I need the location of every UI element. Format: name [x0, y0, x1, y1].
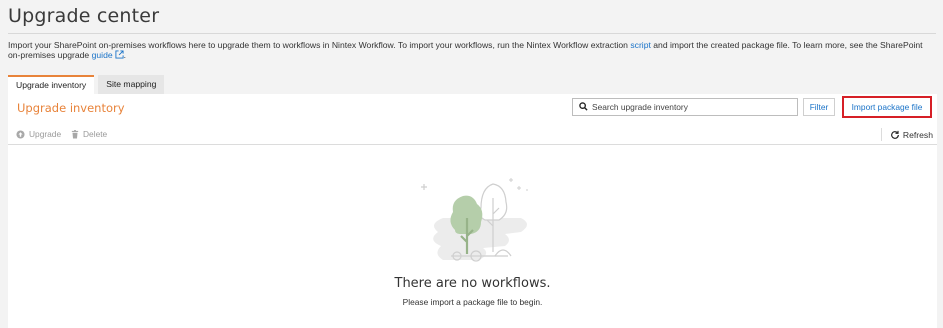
upgrade-action[interactable]: Upgrade — [16, 129, 61, 139]
upgrade-icon — [16, 129, 25, 139]
refresh-icon — [891, 130, 899, 139]
search-box[interactable] — [572, 98, 798, 116]
guide-link[interactable]: guide — [92, 50, 113, 60]
tab-site-mapping[interactable]: Site mapping — [98, 75, 165, 94]
intro-text-part3: . — [123, 50, 127, 60]
refresh-button[interactable]: Refresh — [880, 128, 933, 141]
refresh-label: Refresh — [902, 129, 933, 140]
upgrade-label: Upgrade — [29, 129, 62, 139]
search-icon — [579, 101, 588, 113]
trash-icon — [71, 129, 79, 139]
action-toolbar: Upgrade Delete Refresh — [8, 125, 937, 145]
import-package-file-button[interactable]: Import package file — [842, 96, 932, 118]
inventory-header: Upgrade inventory Filter Import package … — [8, 94, 937, 121]
intro-text: Import your SharePoint on-premises workf… — [8, 40, 936, 61]
external-link-icon[interactable] — [115, 50, 124, 61]
filter-button[interactable]: Filter — [803, 98, 835, 116]
section-title: Upgrade inventory — [17, 101, 125, 115]
empty-state-title: There are no workflows. — [394, 276, 551, 291]
delete-label: Delete — [83, 129, 108, 139]
tab-bar: Upgrade inventory Site mapping — [8, 75, 165, 94]
empty-state-subtitle: Please import a package file to begin. — [402, 297, 543, 307]
script-link[interactable]: script — [630, 40, 651, 50]
delete-action[interactable]: Delete — [71, 129, 107, 139]
upgrade-inventory-panel: Upgrade inventory Filter Import package … — [8, 94, 937, 328]
page-title: Upgrade center — [8, 5, 160, 27]
tab-upgrade-inventory[interactable]: Upgrade inventory — [8, 75, 95, 94]
intro-text-part1: Import your SharePoint on-premises workf… — [8, 40, 631, 50]
search-input[interactable] — [592, 102, 787, 112]
empty-state-illustration — [421, 178, 528, 262]
title-divider — [8, 33, 936, 34]
